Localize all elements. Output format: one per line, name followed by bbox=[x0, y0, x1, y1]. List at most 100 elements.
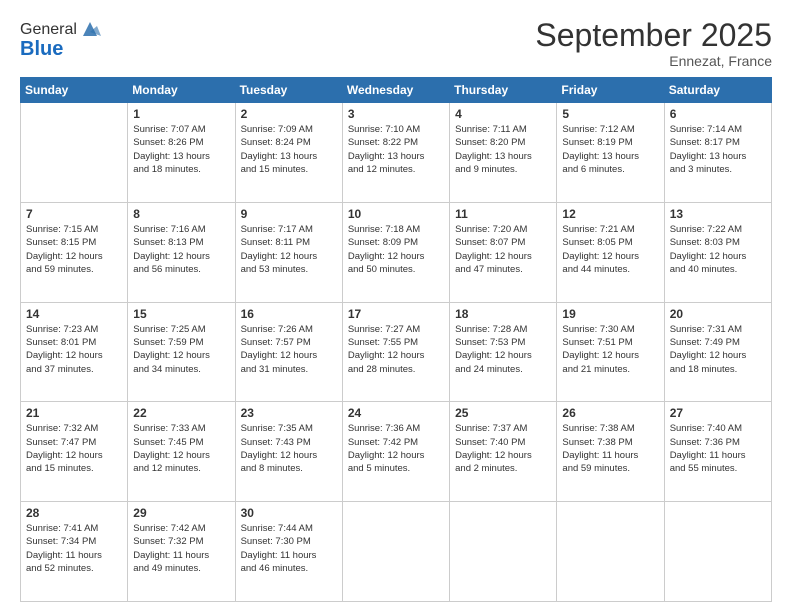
day-number: 15 bbox=[133, 307, 229, 321]
day-number: 7 bbox=[26, 207, 122, 221]
day-info: Sunrise: 7:35 AM Sunset: 7:43 PM Dayligh… bbox=[241, 422, 337, 475]
day-info: Sunrise: 7:23 AM Sunset: 8:01 PM Dayligh… bbox=[26, 323, 122, 376]
day-number: 14 bbox=[26, 307, 122, 321]
day-number: 4 bbox=[455, 107, 551, 121]
day-number: 26 bbox=[562, 406, 658, 420]
calendar-day-header: Wednesday bbox=[342, 78, 449, 103]
day-number: 19 bbox=[562, 307, 658, 321]
calendar-cell: 30 Sunrise: 7:44 AM Sunset: 7:30 PM Dayli… bbox=[235, 502, 342, 602]
calendar-cell: 16Sunrise: 7:26 AM Sunset: 7:57 PM Dayli… bbox=[235, 302, 342, 402]
day-number: 30 bbox=[241, 506, 337, 520]
day-info: Sunrise: 7:11 AM Sunset: 8:20 PM Dayligh… bbox=[455, 123, 551, 176]
day-number: 1 bbox=[133, 107, 229, 121]
day-number: 5 bbox=[562, 107, 658, 121]
calendar-day-header: Friday bbox=[557, 78, 664, 103]
page: General Blue September 2025 Ennezat, Fra… bbox=[0, 0, 792, 612]
calendar-cell bbox=[450, 502, 557, 602]
calendar-day-header: Monday bbox=[128, 78, 235, 103]
calendar-day-header: Thursday bbox=[450, 78, 557, 103]
calendar-cell: 25Sunrise: 7:37 AM Sunset: 7:40 PM Dayli… bbox=[450, 402, 557, 502]
calendar-cell: 11Sunrise: 7:20 AM Sunset: 8:07 PM Dayli… bbox=[450, 202, 557, 302]
calendar-cell bbox=[342, 502, 449, 602]
logo-blue-text: Blue bbox=[20, 38, 63, 61]
calendar-cell bbox=[21, 103, 128, 203]
header: General Blue September 2025 Ennezat, Fra… bbox=[20, 18, 772, 69]
day-info: Sunrise: 7:41 AM Sunset: 7:34 PM Dayligh… bbox=[26, 522, 122, 575]
calendar-cell: 21 Sunrise: 7:32 AM Sunset: 7:47 PM Dayli… bbox=[21, 402, 128, 502]
calendar-cell: 8 Sunrise: 7:16 AM Sunset: 8:13 PM Daylig… bbox=[128, 202, 235, 302]
day-info: Sunrise: 7:28 AM Sunset: 7:53 PM Dayligh… bbox=[455, 323, 551, 376]
calendar-day-header: Saturday bbox=[664, 78, 771, 103]
day-info: Sunrise: 7:07 AM Sunset: 8:26 PM Dayligh… bbox=[133, 123, 229, 176]
calendar-cell bbox=[664, 502, 771, 602]
calendar-cell: 26 Sunrise: 7:38 AM Sunset: 7:38 PM Dayli… bbox=[557, 402, 664, 502]
day-info: Sunrise: 7:30 AM Sunset: 7:51 PM Dayligh… bbox=[562, 323, 658, 376]
day-info: Sunrise: 7:36 AM Sunset: 7:42 PM Dayligh… bbox=[348, 422, 444, 475]
day-info: Sunrise: 7:27 AM Sunset: 7:55 PM Dayligh… bbox=[348, 323, 444, 376]
day-info: Sunrise: 7:20 AM Sunset: 8:07 PM Dayligh… bbox=[455, 223, 551, 276]
day-number: 18 bbox=[455, 307, 551, 321]
calendar-cell: 13 Sunrise: 7:22 AM Sunset: 8:03 PM Dayli… bbox=[664, 202, 771, 302]
calendar-cell: 19 Sunrise: 7:30 AM Sunset: 7:51 PM Dayli… bbox=[557, 302, 664, 402]
calendar-header-row: SundayMondayTuesdayWednesdayThursdayFrid… bbox=[21, 78, 772, 103]
calendar-cell: 7 Sunrise: 7:15 AM Sunset: 8:15 PM Daylig… bbox=[21, 202, 128, 302]
day-number: 21 bbox=[26, 406, 122, 420]
day-number: 8 bbox=[133, 207, 229, 221]
day-number: 29 bbox=[133, 506, 229, 520]
calendar-cell: 28 Sunrise: 7:41 AM Sunset: 7:34 PM Dayli… bbox=[21, 502, 128, 602]
day-number: 10 bbox=[348, 207, 444, 221]
calendar-cell: 4 Sunrise: 7:11 AM Sunset: 8:20 PM Daylig… bbox=[450, 103, 557, 203]
day-info: Sunrise: 7:15 AM Sunset: 8:15 PM Dayligh… bbox=[26, 223, 122, 276]
day-number: 28 bbox=[26, 506, 122, 520]
day-number: 9 bbox=[241, 207, 337, 221]
day-info: Sunrise: 7:18 AM Sunset: 8:09 PM Dayligh… bbox=[348, 223, 444, 276]
day-info: Sunrise: 7:16 AM Sunset: 8:13 PM Dayligh… bbox=[133, 223, 229, 276]
day-number: 17 bbox=[348, 307, 444, 321]
day-number: 27 bbox=[670, 406, 766, 420]
calendar-cell: 22Sunrise: 7:33 AM Sunset: 7:45 PM Dayli… bbox=[128, 402, 235, 502]
day-info: Sunrise: 7:40 AM Sunset: 7:36 PM Dayligh… bbox=[670, 422, 766, 475]
calendar-day-header: Sunday bbox=[21, 78, 128, 103]
calendar-cell: 18 Sunrise: 7:28 AM Sunset: 7:53 PM Dayli… bbox=[450, 302, 557, 402]
calendar-cell: 12 Sunrise: 7:21 AM Sunset: 8:05 PM Dayli… bbox=[557, 202, 664, 302]
day-info: Sunrise: 7:37 AM Sunset: 7:40 PM Dayligh… bbox=[455, 422, 551, 475]
day-number: 24 bbox=[348, 406, 444, 420]
day-number: 23 bbox=[241, 406, 337, 420]
calendar-cell: 23 Sunrise: 7:35 AM Sunset: 7:43 PM Dayli… bbox=[235, 402, 342, 502]
calendar-cell: 27 Sunrise: 7:40 AM Sunset: 7:36 PM Dayli… bbox=[664, 402, 771, 502]
page-title: September 2025 bbox=[535, 18, 772, 53]
day-info: Sunrise: 7:21 AM Sunset: 8:05 PM Dayligh… bbox=[562, 223, 658, 276]
calendar-cell: 15 Sunrise: 7:25 AM Sunset: 7:59 PM Dayli… bbox=[128, 302, 235, 402]
day-number: 3 bbox=[348, 107, 444, 121]
day-info: Sunrise: 7:12 AM Sunset: 8:19 PM Dayligh… bbox=[562, 123, 658, 176]
calendar-cell: 24 Sunrise: 7:36 AM Sunset: 7:42 PM Dayli… bbox=[342, 402, 449, 502]
day-number: 12 bbox=[562, 207, 658, 221]
calendar-cell: 20Sunrise: 7:31 AM Sunset: 7:49 PM Dayli… bbox=[664, 302, 771, 402]
logo: General Blue bbox=[20, 18, 101, 61]
calendar-table: SundayMondayTuesdayWednesdayThursdayFrid… bbox=[20, 77, 772, 602]
calendar-cell: 5 Sunrise: 7:12 AM Sunset: 8:19 PM Daylig… bbox=[557, 103, 664, 203]
calendar-cell bbox=[557, 502, 664, 602]
day-number: 20 bbox=[670, 307, 766, 321]
day-info: Sunrise: 7:25 AM Sunset: 7:59 PM Dayligh… bbox=[133, 323, 229, 376]
calendar-cell: 14 Sunrise: 7:23 AM Sunset: 8:01 PM Dayli… bbox=[21, 302, 128, 402]
calendar-cell: 10 Sunrise: 7:18 AM Sunset: 8:09 PM Dayli… bbox=[342, 202, 449, 302]
calendar-cell: 1 Sunrise: 7:07 AM Sunset: 8:26 PM Daylig… bbox=[128, 103, 235, 203]
day-info: Sunrise: 7:33 AM Sunset: 7:45 PM Dayligh… bbox=[133, 422, 229, 475]
day-info: Sunrise: 7:38 AM Sunset: 7:38 PM Dayligh… bbox=[562, 422, 658, 475]
day-info: Sunrise: 7:14 AM Sunset: 8:17 PM Dayligh… bbox=[670, 123, 766, 176]
day-info: Sunrise: 7:42 AM Sunset: 7:32 PM Dayligh… bbox=[133, 522, 229, 575]
day-info: Sunrise: 7:22 AM Sunset: 8:03 PM Dayligh… bbox=[670, 223, 766, 276]
calendar-cell: 29 Sunrise: 7:42 AM Sunset: 7:32 PM Dayli… bbox=[128, 502, 235, 602]
calendar-cell: 6Sunrise: 7:14 AM Sunset: 8:17 PM Daylig… bbox=[664, 103, 771, 203]
calendar-cell: 2Sunrise: 7:09 AM Sunset: 8:24 PM Daylig… bbox=[235, 103, 342, 203]
page-subtitle: Ennezat, France bbox=[535, 53, 772, 69]
calendar-day-header: Tuesday bbox=[235, 78, 342, 103]
day-info: Sunrise: 7:44 AM Sunset: 7:30 PM Dayligh… bbox=[241, 522, 337, 575]
day-info: Sunrise: 7:32 AM Sunset: 7:47 PM Dayligh… bbox=[26, 422, 122, 475]
day-info: Sunrise: 7:17 AM Sunset: 8:11 PM Dayligh… bbox=[241, 223, 337, 276]
day-number: 13 bbox=[670, 207, 766, 221]
logo-general-text: General bbox=[20, 21, 77, 39]
day-info: Sunrise: 7:10 AM Sunset: 8:22 PM Dayligh… bbox=[348, 123, 444, 176]
day-info: Sunrise: 7:26 AM Sunset: 7:57 PM Dayligh… bbox=[241, 323, 337, 376]
